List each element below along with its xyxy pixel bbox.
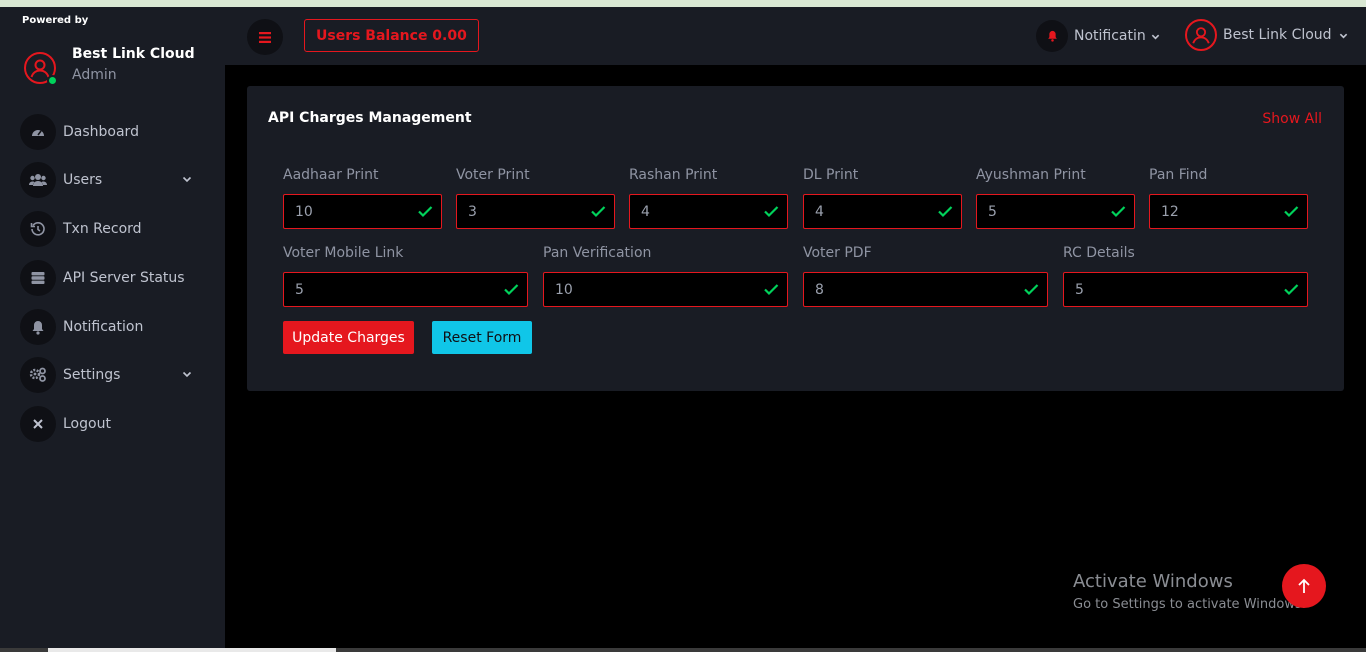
sidebar-item-users[interactable]: Users bbox=[20, 162, 210, 198]
ayushman-print-field[interactable] bbox=[976, 194, 1135, 229]
sidebar-item-settings[interactable]: Settings bbox=[20, 357, 210, 393]
pan-verification-label: Pan Verification bbox=[543, 245, 652, 261]
voter-print-label: Voter Print bbox=[456, 167, 530, 183]
close-icon bbox=[20, 406, 56, 442]
speedometer-icon bbox=[20, 114, 56, 150]
sidebar-item-label: Logout bbox=[63, 416, 111, 432]
check-icon bbox=[591, 206, 606, 218]
pan-find-field[interactable] bbox=[1149, 194, 1308, 229]
arrow-up-icon bbox=[1298, 578, 1310, 593]
browser-top-strip bbox=[0, 0, 1366, 7]
sidebar-item-label: Txn Record bbox=[63, 221, 142, 237]
check-icon bbox=[418, 206, 433, 218]
sidebar-item-label: Notification bbox=[63, 319, 144, 335]
dl-print-label: DL Print bbox=[803, 167, 859, 183]
activate-windows-title: Activate Windows bbox=[1073, 571, 1233, 592]
check-icon bbox=[1024, 284, 1039, 296]
scroll-to-top-button[interactable] bbox=[1282, 564, 1326, 608]
rashan-print-label: Rashan Print bbox=[629, 167, 718, 183]
sidebar-item-dashboard[interactable]: Dashboard bbox=[20, 114, 210, 150]
voter-pdf-label: Voter PDF bbox=[803, 245, 872, 261]
sidebar-item-txn-record[interactable]: Txn Record bbox=[20, 211, 210, 247]
pan-find-label: Pan Find bbox=[1149, 167, 1208, 183]
user-profile-dropdown[interactable]: Best Link Cloud bbox=[1185, 19, 1348, 51]
dl-print-field[interactable] bbox=[803, 194, 962, 229]
voter-mobile-link-input[interactable] bbox=[284, 281, 527, 298]
profile-name: Best Link Cloud bbox=[72, 46, 195, 62]
server-icon bbox=[20, 260, 56, 296]
online-status-dot bbox=[47, 75, 58, 86]
chevron-down-icon bbox=[182, 371, 192, 378]
sidebar-item-api-server-status[interactable]: API Server Status bbox=[20, 260, 210, 296]
aadhaar-print-field[interactable] bbox=[283, 194, 442, 229]
history-icon bbox=[20, 211, 56, 247]
update-charges-button[interactable]: Update Charges bbox=[283, 321, 414, 354]
api-charges-card: API Charges Management Show All Aadhaar … bbox=[247, 86, 1344, 391]
reset-form-button[interactable]: Reset Form bbox=[432, 321, 532, 354]
notification-label: Notificatin bbox=[1074, 28, 1146, 44]
voter-pdf-input[interactable] bbox=[804, 281, 1047, 298]
chevron-down-icon bbox=[1339, 33, 1347, 38]
rc-details-input[interactable] bbox=[1064, 281, 1307, 298]
bell-icon bbox=[20, 309, 56, 345]
sidebar-item-logout[interactable]: Logout bbox=[20, 406, 210, 442]
chevron-down-icon bbox=[1151, 34, 1159, 39]
voter-mobile-link-label: Voter Mobile Link bbox=[283, 245, 404, 261]
sidebar-item-notification[interactable]: Notification bbox=[20, 309, 210, 345]
sidebar-item-label: Dashboard bbox=[63, 124, 139, 140]
sidebar: Powered by Best Link Cloud Admin Dashboa… bbox=[0, 7, 225, 652]
check-icon bbox=[1284, 206, 1299, 218]
horizontal-scrollbar-thumb[interactable] bbox=[48, 648, 336, 652]
voter-mobile-link-field[interactable] bbox=[283, 272, 528, 307]
pan-verification-input[interactable] bbox=[544, 281, 787, 298]
powered-by-label: Powered by bbox=[22, 15, 89, 26]
menu-toggle-button[interactable] bbox=[247, 19, 283, 55]
pan-verification-field[interactable] bbox=[543, 272, 788, 307]
card-title: API Charges Management bbox=[268, 110, 472, 126]
users-balance-badge[interactable]: Users Balance 0.00 bbox=[304, 19, 479, 52]
check-icon bbox=[1111, 206, 1126, 218]
users-icon bbox=[20, 162, 56, 198]
user-name-label: Best Link Cloud bbox=[1223, 27, 1332, 43]
chevron-down-icon bbox=[182, 176, 192, 183]
rc-details-label: RC Details bbox=[1063, 245, 1135, 261]
check-icon bbox=[1284, 284, 1299, 296]
aadhaar-print-label: Aadhaar Print bbox=[283, 167, 379, 183]
rc-details-field[interactable] bbox=[1063, 272, 1308, 307]
profile-role: Admin bbox=[72, 67, 117, 83]
bell-icon bbox=[1036, 20, 1068, 52]
check-icon bbox=[938, 206, 953, 218]
voter-pdf-field[interactable] bbox=[803, 272, 1048, 307]
activate-windows-subtitle: Go to Settings to activate Windows. bbox=[1073, 597, 1306, 612]
hamburger-icon bbox=[259, 31, 271, 43]
notification-dropdown[interactable]: Notificatin bbox=[1036, 20, 1160, 52]
voter-print-field[interactable] bbox=[456, 194, 615, 229]
sidebar-item-label: API Server Status bbox=[63, 270, 185, 286]
ayushman-print-label: Ayushman Print bbox=[976, 167, 1086, 183]
sidebar-item-label: Users bbox=[63, 172, 103, 188]
user-avatar-icon bbox=[1185, 19, 1217, 51]
top-navbar: Users Balance 0.00 Notificatin Best Link… bbox=[225, 7, 1366, 65]
show-all-link[interactable]: Show All bbox=[1262, 111, 1322, 127]
check-icon bbox=[764, 206, 779, 218]
check-icon bbox=[504, 284, 519, 296]
sidebar-item-label: Settings bbox=[63, 367, 121, 383]
rashan-print-field[interactable] bbox=[629, 194, 788, 229]
check-icon bbox=[764, 284, 779, 296]
gears-icon bbox=[20, 357, 56, 393]
